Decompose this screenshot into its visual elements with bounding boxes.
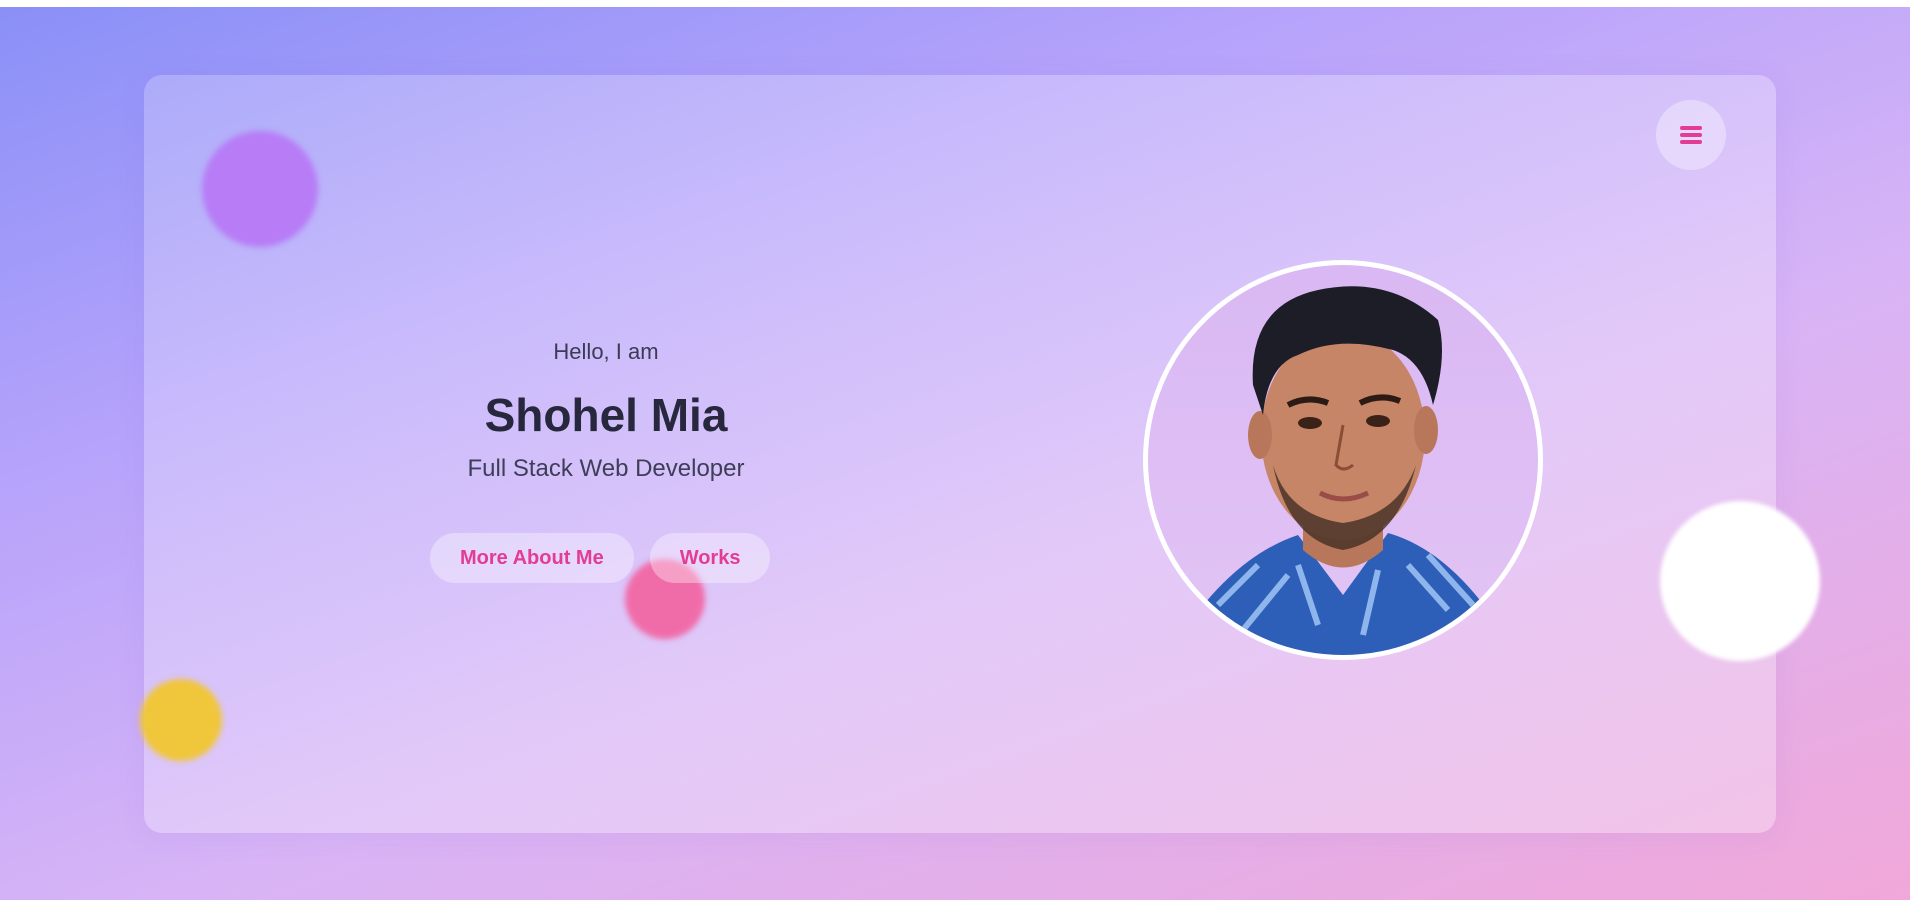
- hamburger-menu-icon: [1680, 126, 1702, 144]
- menu-button[interactable]: [1656, 100, 1726, 170]
- more-about-me-button[interactable]: More About Me: [430, 533, 634, 583]
- decorative-yellow-blob: [140, 679, 222, 761]
- portrait-photo: [1188, 286, 1498, 655]
- intro-section: Hello, I am Shohel Mia Full Stack Web De…: [406, 335, 806, 487]
- page-background: Hello, I am Shohel Mia Full Stack Web De…: [0, 7, 1910, 900]
- hero-name: Shohel Mia: [484, 389, 728, 441]
- hero-role: Full Stack Web Developer: [467, 455, 745, 482]
- avatar: [1148, 265, 1538, 655]
- decorative-white-blob: [1660, 501, 1820, 661]
- hero-buttons: More About Me Works: [430, 533, 771, 583]
- works-button[interactable]: Works: [649, 533, 771, 583]
- decorative-purple-blob: [202, 131, 318, 247]
- greeting-text: Hello, I am: [553, 339, 659, 364]
- avatar-frame: [1143, 260, 1543, 660]
